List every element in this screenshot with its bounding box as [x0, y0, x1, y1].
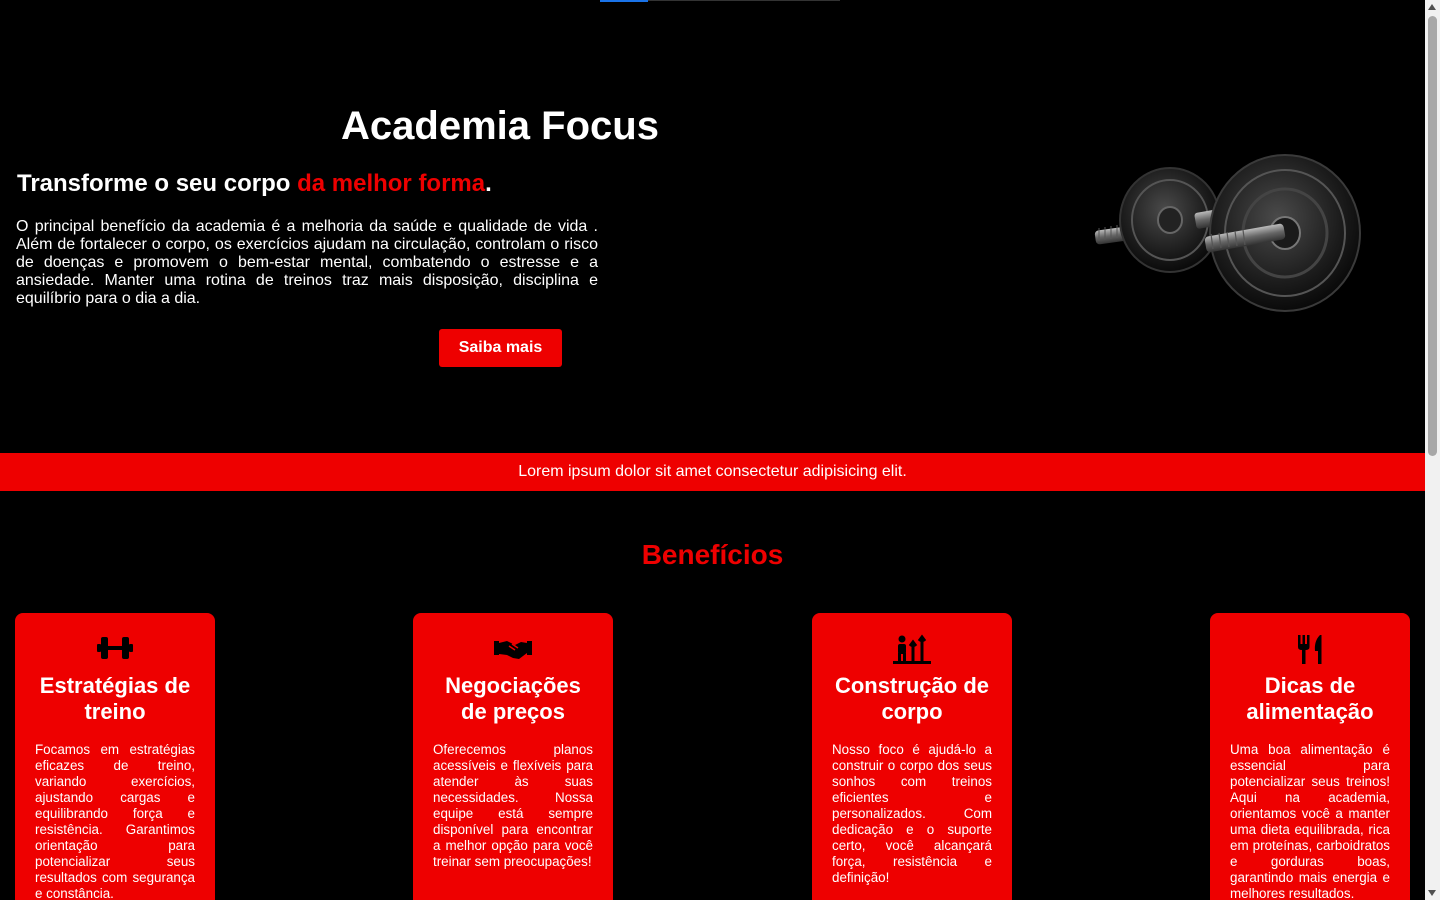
- card-text: Nosso foco é ajudá-lo a construir o corp…: [832, 742, 992, 885]
- handshake-icon: [433, 633, 593, 667]
- benefit-card-nutrition: Dicas de alimentação Uma boa alimentação…: [1210, 613, 1410, 900]
- dumbbell-icon: [35, 633, 195, 667]
- benefits-title: Benefícios: [641, 539, 784, 570]
- utensils-icon: [1230, 633, 1390, 667]
- card-text: Focamos em estratégias eficazes de trein…: [35, 742, 195, 900]
- landing-page: Academia Focus Transforme o seu corpo da…: [0, 0, 1425, 900]
- card-title: Construção de corpo: [834, 673, 990, 724]
- card-text: Oferecemos planos acessíveis e flexíveis…: [433, 742, 593, 869]
- saiba-mais-button[interactable]: Saiba mais: [439, 329, 562, 367]
- scroll-down-arrow-icon[interactable]: [1428, 890, 1436, 896]
- promo-banner: Lorem ipsum dolor sit amet consectetur a…: [0, 453, 1425, 491]
- benefit-card-pricing: Negociações de preços Oferecemos planos …: [413, 613, 613, 900]
- loading-indicator: [600, 0, 840, 2]
- benefit-card-training: Estratégias de treino Focamos em estraté…: [15, 613, 215, 900]
- dumbbell-icon: [1094, 154, 1361, 312]
- card-text: Uma boa alimentação é essencial para pot…: [1230, 742, 1390, 900]
- card-title: Negociações de preços: [445, 673, 581, 724]
- card-title: Estratégias de treino: [39, 673, 191, 724]
- vertical-scrollbar[interactable]: [1425, 0, 1440, 900]
- scroll-up-arrow-icon[interactable]: [1428, 4, 1436, 10]
- banner-text: Lorem ipsum dolor sit amet consectetur a…: [518, 463, 907, 480]
- scrollbar-thumb[interactable]: [1428, 16, 1437, 456]
- hero-subtitle: Transforme o seu corpo da melhor forma.: [17, 170, 492, 198]
- hero-subtitle-accent: da melhor forma: [297, 170, 486, 197]
- body-growth-icon: [832, 633, 992, 667]
- benefit-card-body: Construção de corpo Nosso foco é ajudá-l…: [812, 613, 1012, 900]
- hero-title: Academia Focus: [341, 104, 659, 148]
- hero-subtitle-start: Transforme o seu corpo: [17, 170, 298, 197]
- hero-description: O principal benefício da academia é a me…: [16, 218, 598, 307]
- card-title: Dicas de alimentação: [1246, 673, 1374, 724]
- hero-subtitle-end: .: [485, 170, 492, 197]
